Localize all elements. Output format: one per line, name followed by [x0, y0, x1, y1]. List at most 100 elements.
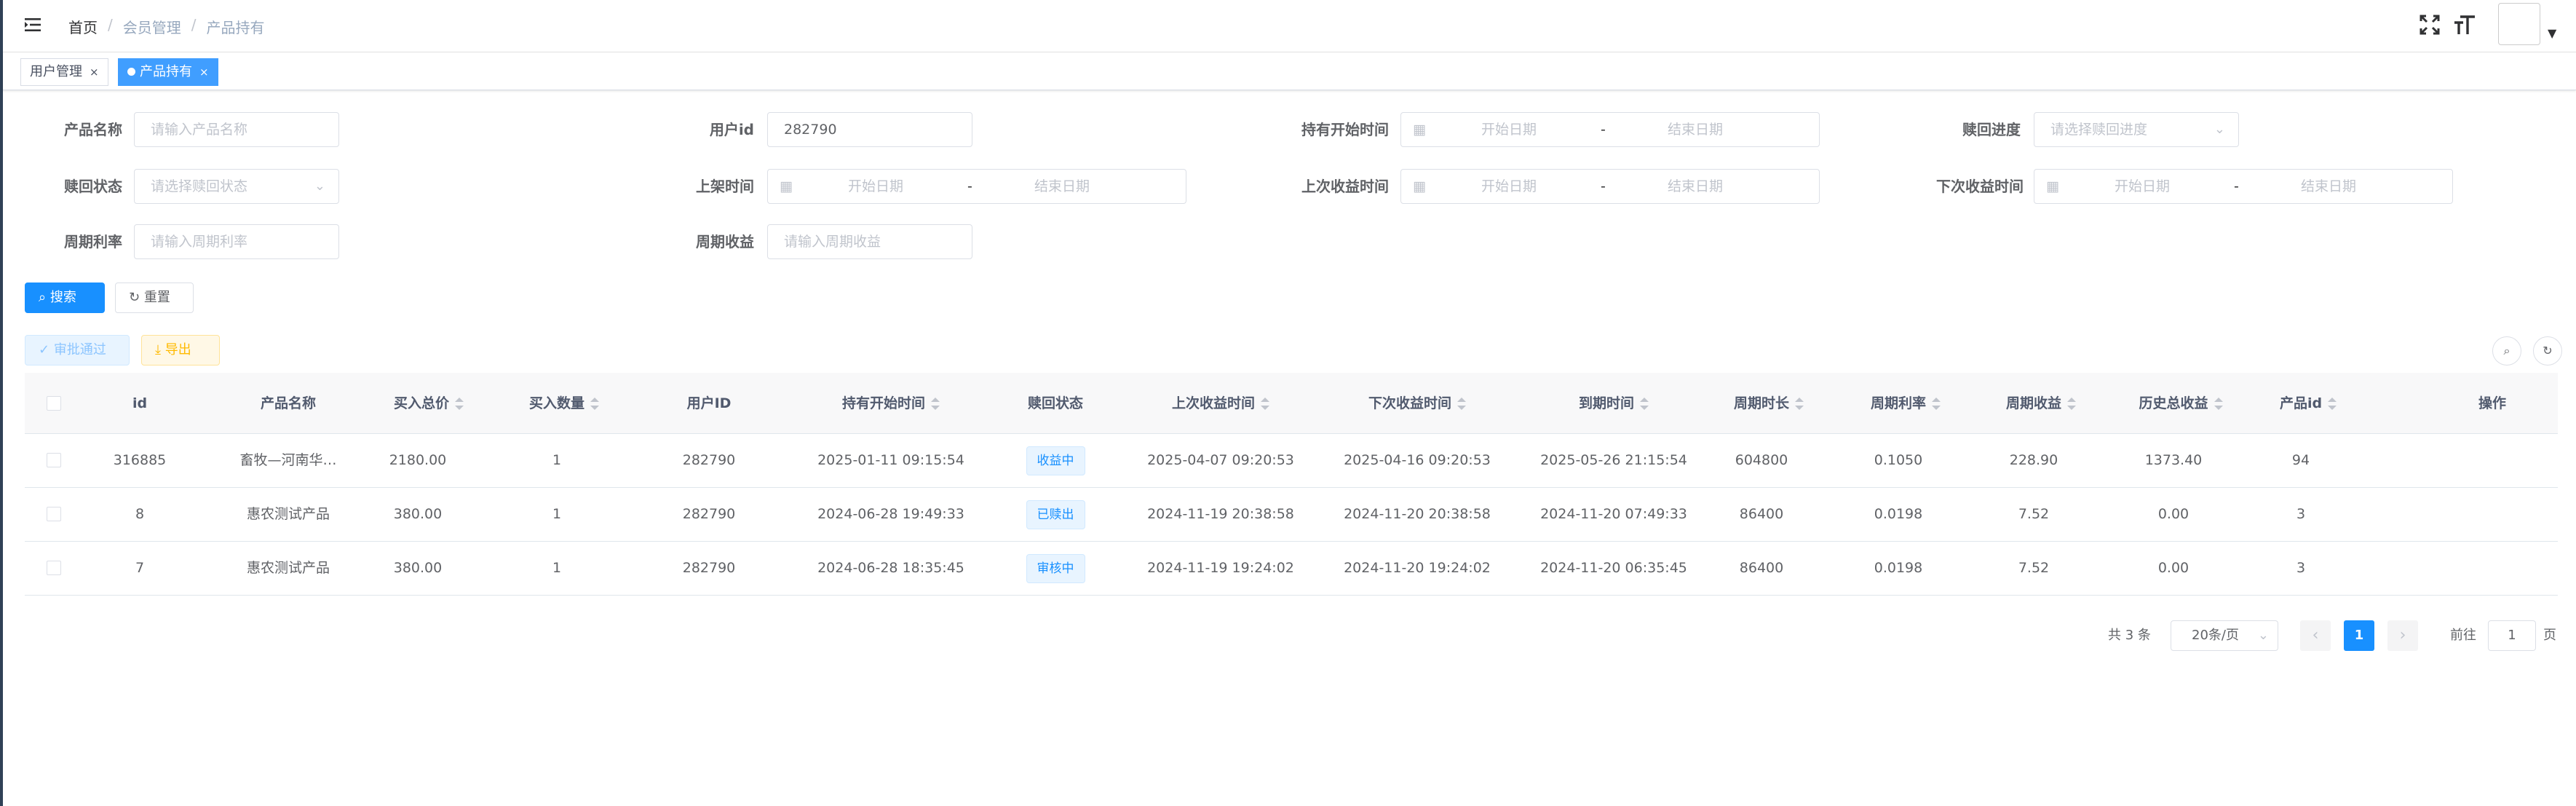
cell-period-income: 228.90	[2009, 452, 2058, 468]
col-history-income-label: 历史总收益	[2139, 395, 2208, 411]
row-checkbox[interactable]	[47, 507, 61, 521]
prev-page-button[interactable]: ‹	[2300, 620, 2331, 651]
page-suffix: 页	[2543, 628, 2556, 643]
col-actions: 操作	[2478, 395, 2506, 411]
refresh-table-button[interactable]: ↻	[2533, 336, 2562, 366]
sort-icon[interactable]	[2067, 397, 2076, 411]
avatar[interactable]	[2498, 3, 2540, 45]
cell-next-income: 2024-11-20 20:38:58	[1344, 506, 1491, 522]
cell-period-income: 7.52	[2018, 506, 2050, 522]
user-id-input[interactable]: 282790	[767, 112, 972, 147]
product-name-input[interactable]: 请输入产品名称	[134, 112, 339, 147]
select-placeholder: 请选择赎回进度	[2050, 122, 2148, 138]
col-period-len-label: 周期时长	[1733, 395, 1789, 411]
page-size-select[interactable]: 20条/页 ⌄	[2171, 620, 2278, 651]
col-period-len[interactable]: 周期时长	[1696, 373, 1842, 434]
sort-icon[interactable]	[590, 397, 599, 411]
sidebar-edge	[0, 0, 3, 806]
col-last-income[interactable]: 上次收益时间	[1122, 373, 1319, 434]
col-history-income[interactable]: 历史总收益	[2101, 373, 2261, 434]
tab-product-holding[interactable]: 产品持有 ×	[118, 58, 218, 86]
breadcrumb-home[interactable]: 首页	[68, 16, 98, 37]
reset-button-label: 重置	[143, 290, 170, 305]
col-buy-total[interactable]: 买入总价	[360, 373, 498, 434]
end-date-placeholder[interactable]: 结束日期	[1034, 170, 1090, 203]
col-product-id-label: 产品id	[2279, 395, 2323, 411]
col-hold-start[interactable]: 持有开始时间	[760, 373, 1022, 434]
period-income-label: 周期收益	[696, 233, 754, 250]
sort-icon[interactable]	[2214, 397, 2223, 411]
cell-period-rate: 0.1050	[1874, 452, 1923, 468]
breadcrumb: 首页 / 会员管理 / 产品持有	[68, 16, 265, 37]
status-badge: 收益中	[1026, 446, 1085, 475]
row-checkbox[interactable]	[47, 561, 61, 575]
toggle-search-button[interactable]: ⌕	[2492, 336, 2521, 366]
cell-last-income: 2024-11-19 20:38:58	[1147, 506, 1294, 522]
close-icon[interactable]: ×	[90, 66, 99, 79]
export-button[interactable]: ⤓ 导出	[141, 335, 220, 366]
period-income-input[interactable]: 请输入周期收益	[767, 224, 972, 259]
col-period-rate[interactable]: 周期利率	[1833, 373, 1978, 434]
cell-last-income: 2025-04-07 09:20:53	[1147, 452, 1294, 468]
cell-user-id: 282790	[682, 560, 736, 576]
fullscreen-icon[interactable]	[2418, 13, 2441, 36]
start-date-placeholder[interactable]: 开始日期	[1481, 170, 1537, 203]
sort-icon[interactable]	[1640, 397, 1649, 411]
end-date-placeholder[interactable]: 结束日期	[2301, 170, 2356, 203]
sort-icon[interactable]	[1457, 397, 1466, 411]
sort-icon[interactable]	[455, 397, 464, 411]
col-expire[interactable]: 到期时间	[1515, 373, 1712, 434]
col-redeem-status: 赎回状态	[1027, 395, 1083, 411]
close-icon[interactable]: ×	[199, 66, 209, 79]
sort-icon[interactable]	[1795, 397, 1804, 411]
listing-time-date-range[interactable]: ▦ 开始日期 - 结束日期	[767, 169, 1186, 204]
col-next-income[interactable]: 下次收益时间	[1319, 373, 1515, 434]
cell-period-len: 86400	[1739, 506, 1784, 522]
next-income-time-date-range[interactable]: ▦ 开始日期 - 结束日期	[2034, 169, 2453, 204]
row-checkbox[interactable]	[47, 453, 61, 467]
goto-page-input[interactable]: 1	[2488, 620, 2536, 651]
sort-icon[interactable]	[1932, 397, 1941, 411]
refresh-icon: ↻	[129, 290, 140, 305]
redeem-progress-select[interactable]: 请选择赎回进度 ⌄	[2034, 112, 2239, 147]
reset-button[interactable]: ↻ 重置	[115, 283, 194, 313]
hold-start-date-range[interactable]: ▦ 开始日期 - 结束日期	[1400, 112, 1820, 147]
approve-button[interactable]: ✓ 审批通过	[25, 335, 130, 366]
cell-period-len: 604800	[1735, 452, 1788, 468]
select-all-checkbox[interactable]	[47, 396, 61, 411]
redeem-status-label: 赎回状态	[64, 178, 122, 195]
sort-icon[interactable]	[2328, 397, 2337, 411]
start-date-placeholder[interactable]: 开始日期	[848, 170, 903, 203]
cell-period-rate: 0.0198	[1874, 506, 1923, 522]
hamburger-icon[interactable]	[23, 15, 44, 35]
end-date-placeholder[interactable]: 结束日期	[1668, 113, 1723, 146]
breadcrumb-separator: /	[191, 16, 197, 33]
period-rate-label: 周期利率	[64, 233, 122, 250]
redeem-status-select[interactable]: 请选择赎回状态 ⌄	[134, 169, 339, 204]
download-icon: ⤓	[155, 342, 161, 357]
sort-icon[interactable]	[931, 397, 940, 411]
table-row: 316885 畜牧—河南华… 2180.00 1 282790 2025-01-…	[25, 434, 2558, 488]
search-button[interactable]: ⌕ 搜索	[25, 283, 105, 313]
font-size-icon[interactable]	[2453, 13, 2476, 36]
last-income-time-date-range[interactable]: ▦ 开始日期 - 结束日期	[1400, 169, 1820, 204]
col-id: id	[132, 395, 148, 411]
col-period-income[interactable]: 周期收益	[1968, 373, 2114, 434]
cell-buy-qty: 1	[552, 560, 562, 576]
page-number-current[interactable]: 1	[2344, 620, 2374, 651]
col-buy-qty-label: 买入数量	[528, 395, 584, 411]
period-rate-input[interactable]: 请输入周期利率	[134, 224, 339, 259]
cell-redeem-status: 审核中	[997, 542, 1114, 595]
tab-user-management[interactable]: 用户管理 ×	[20, 58, 108, 86]
start-date-placeholder[interactable]: 开始日期	[2115, 170, 2170, 203]
col-buy-qty[interactable]: 买入数量	[495, 373, 633, 434]
end-date-placeholder[interactable]: 结束日期	[1668, 170, 1723, 203]
sort-icon[interactable]	[1261, 397, 1269, 411]
caret-down-icon[interactable]: ▼	[2548, 26, 2556, 40]
next-page-button[interactable]: ›	[2387, 620, 2418, 651]
cell-history-income: 1373.40	[2144, 452, 2203, 468]
cell-id: 8	[135, 506, 145, 522]
cell-expire: 2024-11-20 06:35:45	[1540, 560, 1687, 576]
col-product-id[interactable]: 产品id	[2246, 373, 2370, 434]
start-date-placeholder[interactable]: 开始日期	[1481, 113, 1537, 146]
